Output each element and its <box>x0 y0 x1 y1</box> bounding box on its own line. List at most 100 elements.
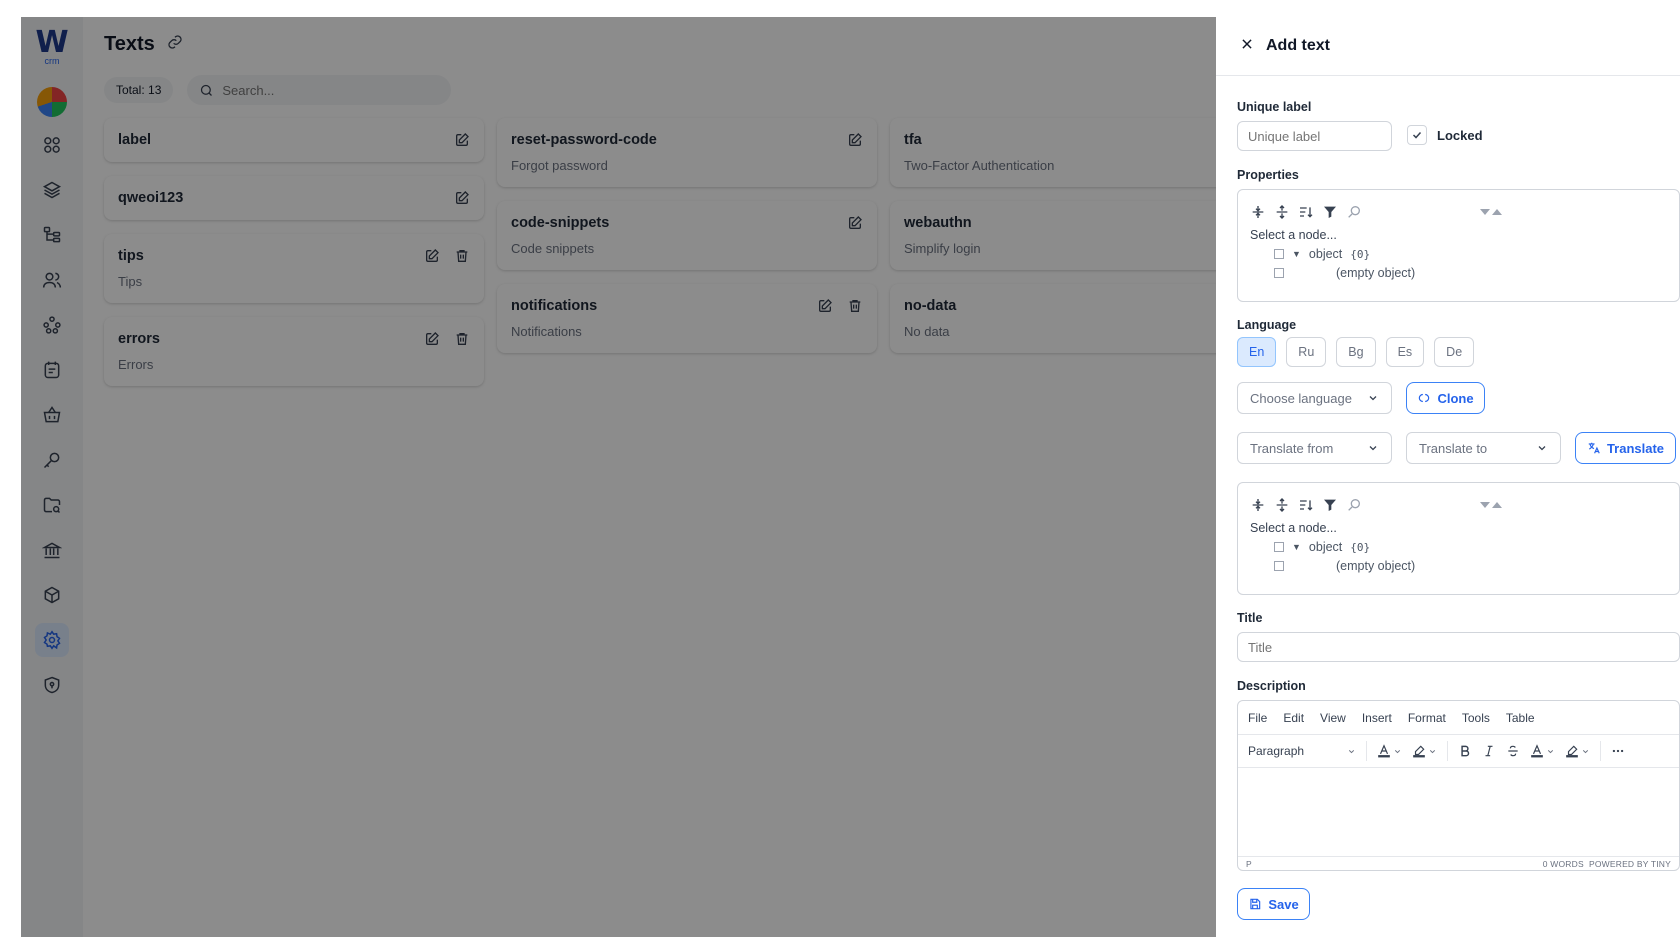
translate-to-select[interactable]: Translate to <box>1406 432 1561 464</box>
expand-triangle-icon[interactable]: ▼ <box>1292 542 1301 552</box>
check-icon <box>1412 131 1422 139</box>
triangle-down-icon[interactable] <box>1480 500 1490 510</box>
json-empty-row: (empty object) <box>1238 261 1679 280</box>
search-icon[interactable] <box>1346 204 1362 220</box>
json-row-checkbox[interactable] <box>1274 249 1284 259</box>
description-rich-editor[interactable]: File Edit View Insert Format Tools Table Parag… <box>1237 700 1680 871</box>
app-window: W crm Texts Total: 13 Search... label qw… <box>21 17 1680 937</box>
editor-menu-view[interactable]: View <box>1320 711 1346 734</box>
json-empty-row: (empty object) <box>1238 554 1679 573</box>
add-text-drawer: Add text Unique label Locked Properties <box>1216 17 1680 937</box>
editor-menu-insert[interactable]: Insert <box>1362 711 1392 734</box>
close-button[interactable] <box>1240 37 1254 56</box>
text-color-icon <box>1531 744 1543 758</box>
locked-checkbox[interactable] <box>1407 125 1427 145</box>
sort-icon[interactable] <box>1298 204 1314 220</box>
collapse-all-icon[interactable] <box>1274 204 1290 220</box>
choose-language-select[interactable]: Choose language <box>1237 382 1392 414</box>
text-color-icon <box>1378 744 1390 758</box>
translate-from-select[interactable]: Translate from <box>1237 432 1392 464</box>
title-input[interactable] <box>1237 632 1680 662</box>
filter-icon[interactable] <box>1322 497 1338 513</box>
language-tab-de[interactable]: De <box>1434 337 1475 367</box>
text-color-button[interactable] <box>1377 744 1402 758</box>
save-button[interactable]: Save <box>1237 888 1310 920</box>
editor-content-area[interactable] <box>1238 768 1679 856</box>
chevron-down-icon <box>1369 446 1377 451</box>
editor-menu-table[interactable]: Table <box>1506 711 1535 734</box>
translation-json-editor[interactable]: Select a node... ▼ object {0} (empty obj… <box>1237 482 1680 595</box>
drawer-title: Add text <box>1266 37 1330 54</box>
chevron-down-icon <box>1348 749 1355 753</box>
json-select-node: Select a node... <box>1250 521 1337 535</box>
json-root-count: {0} <box>1350 540 1371 554</box>
json-root-type: object <box>1308 247 1343 261</box>
json-row-checkbox[interactable] <box>1274 542 1284 552</box>
collapse-all-icon[interactable] <box>1274 497 1290 513</box>
language-tab-bg[interactable]: Bg <box>1336 337 1376 367</box>
clone-label: Clone <box>1437 390 1474 406</box>
language-tab-es[interactable]: Es <box>1385 337 1425 367</box>
search-icon[interactable] <box>1346 497 1362 513</box>
properties-label: Properties <box>1237 168 1299 182</box>
translate-to-text: Translate to <box>1419 440 1488 456</box>
unique-label-label: Unique label <box>1237 100 1312 114</box>
editor-toolbar: Paragraph <box>1238 734 1679 768</box>
expand-triangle-icon[interactable]: ▼ <box>1292 249 1301 259</box>
json-row-checkbox[interactable] <box>1274 561 1284 571</box>
triangle-up-icon[interactable] <box>1492 500 1502 510</box>
element-path: P <box>1246 859 1252 869</box>
translate-from-text: Translate from <box>1250 440 1334 456</box>
sort-icon[interactable] <box>1298 497 1314 513</box>
json-root-row[interactable]: ▼ object {0} <box>1238 535 1679 554</box>
close-icon <box>1242 38 1252 49</box>
more-icon[interactable] <box>1611 744 1625 758</box>
block-format-select[interactable]: Paragraph <box>1248 744 1356 758</box>
json-select-node: Select a node... <box>1250 228 1337 242</box>
editor-menu-file[interactable]: File <box>1248 711 1267 734</box>
language-label: Language <box>1237 318 1297 332</box>
json-row-checkbox[interactable] <box>1274 268 1284 278</box>
language-tab-en[interactable]: En <box>1237 337 1277 367</box>
locked-label: Locked <box>1437 127 1483 143</box>
text-color-button[interactable] <box>1530 744 1555 758</box>
editor-menu-edit[interactable]: Edit <box>1283 711 1304 734</box>
editor-statusbar: P 0 WORDS POWERED BY TINY <box>1238 856 1679 870</box>
title-label: Title <box>1237 611 1263 625</box>
highlighter-icon <box>1566 745 1578 758</box>
editor-menu-tools[interactable]: Tools <box>1462 711 1490 734</box>
strikethrough-icon[interactable] <box>1506 744 1520 758</box>
save-icon <box>1250 898 1261 910</box>
expand-all-icon[interactable] <box>1250 204 1266 220</box>
clone-button[interactable]: Clone <box>1406 382 1485 414</box>
highlight-button[interactable] <box>1412 744 1437 758</box>
json-empty-text: (empty object) <box>1336 559 1416 573</box>
save-label: Save <box>1268 896 1299 912</box>
triangle-up-icon[interactable] <box>1492 207 1502 217</box>
chevron-down-icon <box>1538 446 1546 451</box>
editor-menubar: File Edit View Insert Format Tools Table <box>1238 701 1679 734</box>
json-root-row[interactable]: ▼ object {0} <box>1238 242 1679 261</box>
triangle-down-icon[interactable] <box>1480 207 1490 217</box>
translate-label: Translate <box>1606 440 1665 456</box>
chevron-down-icon <box>1394 749 1401 753</box>
translate-button[interactable]: Translate <box>1575 432 1676 464</box>
powered-by[interactable]: POWERED BY TINY <box>1589 859 1671 869</box>
bold-icon[interactable] <box>1458 744 1472 758</box>
description-label: Description <box>1237 679 1306 693</box>
filter-icon[interactable] <box>1322 204 1338 220</box>
clone-icon <box>1419 393 1430 403</box>
editor-menu-format[interactable]: Format <box>1408 711 1446 734</box>
unique-label-input[interactable] <box>1237 121 1392 151</box>
json-empty-text: (empty object) <box>1336 266 1416 280</box>
properties-json-editor[interactable]: Select a node... ▼ object {0} (empty obj… <box>1237 189 1680 302</box>
json-root-type: object <box>1308 540 1343 554</box>
language-tab-ru[interactable]: Ru <box>1286 337 1327 367</box>
highlight-button[interactable] <box>1565 744 1590 758</box>
italic-icon[interactable] <box>1482 744 1496 758</box>
modal-overlay[interactable] <box>21 17 1216 937</box>
chevron-down-icon <box>1369 396 1377 401</box>
chevron-down-icon <box>1547 749 1554 753</box>
expand-all-icon[interactable] <box>1250 497 1266 513</box>
choose-language-text: Choose language <box>1250 390 1352 406</box>
